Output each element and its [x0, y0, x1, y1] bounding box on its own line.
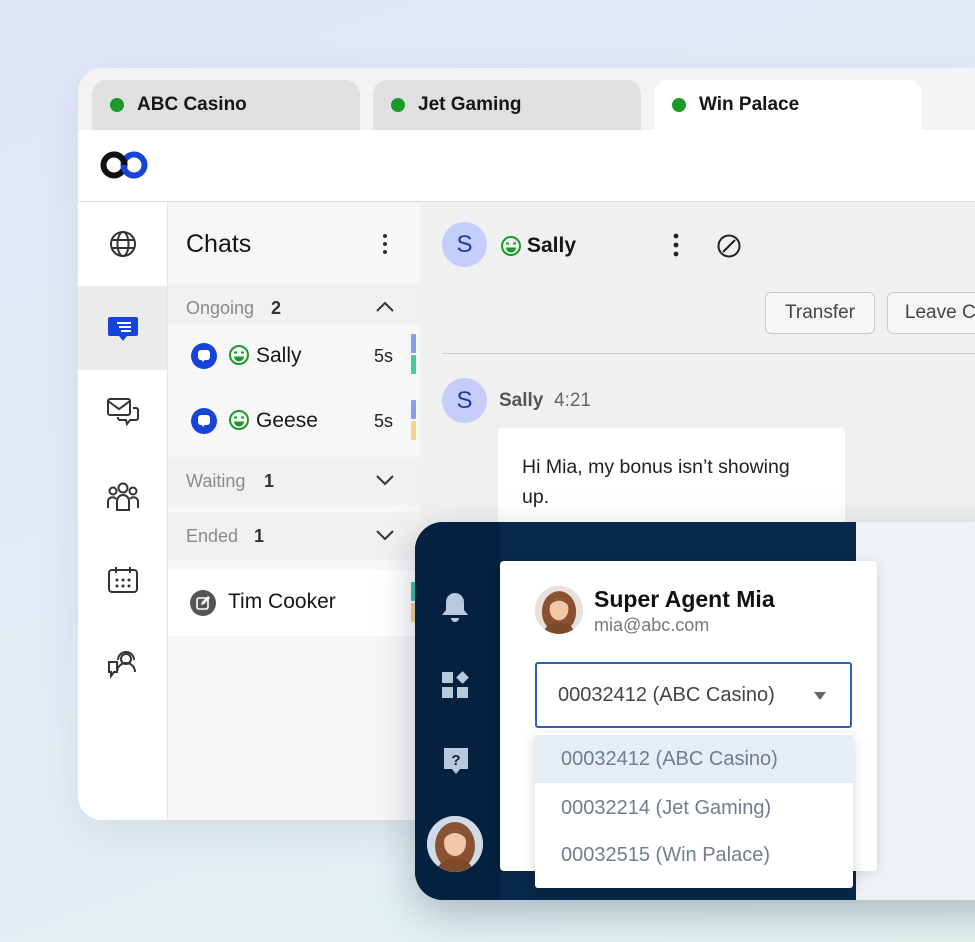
agent-avatar[interactable]: [427, 816, 483, 872]
section-label: Waiting: [186, 471, 246, 491]
account-dropdown: 00032412 (ABC Casino) 00032214 (Jet Gami…: [535, 733, 853, 888]
message-time: 4:21: [554, 390, 591, 411]
agent-rail: ?: [415, 522, 500, 900]
chevron-down-icon[interactable]: [375, 528, 395, 542]
chat-item-tim-cooker[interactable]: Tim Cooker: [168, 570, 420, 636]
avatar: S: [442, 222, 487, 267]
block-icon[interactable]: [716, 233, 742, 259]
status-bar: [411, 355, 416, 374]
rail-item-globe[interactable]: [78, 202, 167, 286]
more-vertical-icon[interactable]: [378, 232, 392, 256]
tab-jet-gaming[interactable]: Jet Gaming: [373, 80, 641, 130]
messages-icon: [106, 398, 139, 427]
chat-bubble-icon: [107, 317, 138, 341]
message-text: Hi Mia, my bonus isn’t showing up.: [522, 456, 790, 508]
support-agent-icon: [107, 651, 136, 679]
chat-item-sally[interactable]: Sally 5s: [168, 324, 420, 388]
tab-label: Jet Gaming: [418, 94, 522, 115]
section-count: 1: [264, 471, 275, 491]
contact-name: Sally: [527, 234, 577, 257]
select-value: 00032412 (ABC Casino): [558, 684, 775, 706]
smiley-icon: [229, 345, 249, 365]
status-dot: [672, 98, 686, 112]
chats-title: Chats: [186, 230, 252, 258]
logo-icon: [100, 151, 148, 179]
top-bar: [78, 130, 975, 202]
rail-item-chats[interactable]: [78, 286, 167, 370]
chat-name: Geese: [256, 409, 318, 432]
status-bar: [411, 400, 416, 419]
dropdown-option[interactable]: 00032515 (Win Palace): [535, 831, 853, 879]
section-count: 1: [254, 526, 265, 546]
dropdown-option[interactable]: 00032412 (ABC Casino): [535, 735, 853, 783]
status-dot: [391, 98, 405, 112]
tab-bar: ABC Casino Jet Gaming Win Palace: [78, 68, 975, 130]
section-count: 2: [271, 298, 282, 318]
bell-icon[interactable]: [439, 590, 471, 624]
caret-down-icon: [814, 692, 826, 700]
chat-item-geese[interactable]: Geese 5s: [168, 389, 420, 453]
status-dot: [110, 98, 124, 112]
chat-time: 5s: [374, 346, 394, 366]
smiley-icon: [501, 236, 521, 256]
chat-name: Tim Cooker: [228, 590, 336, 613]
chat-bubble-icon: [191, 408, 217, 434]
team-icon: [106, 482, 139, 511]
section-label: Ended: [186, 526, 239, 546]
agent-name: Super Agent Mia: [594, 586, 775, 612]
chevron-down-icon[interactable]: [375, 473, 395, 487]
tab-abc-casino[interactable]: ABC Casino: [92, 80, 360, 130]
edit-icon: [190, 590, 216, 616]
account-select[interactable]: 00032412 (ABC Casino): [535, 662, 852, 728]
avatar: [535, 586, 583, 634]
svg-text:?: ?: [451, 752, 460, 769]
chats-panel: Chats Ongoing 2 Sally 5s Geese 5s Waitin…: [168, 202, 420, 820]
more-vertical-icon[interactable]: [669, 232, 683, 258]
rail-item-messages[interactable]: [78, 370, 167, 454]
left-rail: [78, 202, 168, 820]
tab-label: ABC Casino: [137, 94, 247, 115]
message-bubble: Hi Mia, my bonus isn’t showing up.: [498, 428, 845, 533]
rail-item-team[interactable]: [78, 454, 167, 538]
message-sender: Sally: [499, 390, 544, 411]
help-icon[interactable]: ?: [442, 746, 470, 776]
chat-name: Sally: [256, 344, 302, 367]
chevron-up-icon[interactable]: [375, 300, 395, 314]
section-label: Ongoing: [186, 298, 255, 318]
section-ended[interactable]: Ended 1: [168, 512, 420, 560]
tab-win-palace[interactable]: Win Palace: [654, 80, 922, 130]
avatar: S: [442, 378, 487, 423]
smiley-icon: [229, 410, 249, 430]
section-waiting[interactable]: Waiting 1: [168, 457, 420, 505]
chat-time: 5s: [374, 411, 394, 431]
rail-item-support[interactable]: [78, 622, 167, 706]
chat-bubble-icon: [191, 343, 217, 369]
transfer-button[interactable]: Transfer: [765, 292, 875, 334]
calendar-icon: [107, 567, 138, 593]
leave-chat-button[interactable]: Leave Chat: [887, 292, 975, 334]
globe-icon: [109, 231, 136, 257]
divider: [442, 353, 975, 354]
agent-email: mia@abc.com: [594, 615, 710, 635]
status-bar: [411, 421, 416, 440]
status-bar: [411, 334, 416, 353]
tab-label: Win Palace: [699, 94, 800, 115]
rail-item-calendar[interactable]: [78, 538, 167, 622]
widgets-icon[interactable]: [440, 670, 470, 700]
dropdown-option[interactable]: 00032214 (Jet Gaming): [535, 784, 853, 832]
